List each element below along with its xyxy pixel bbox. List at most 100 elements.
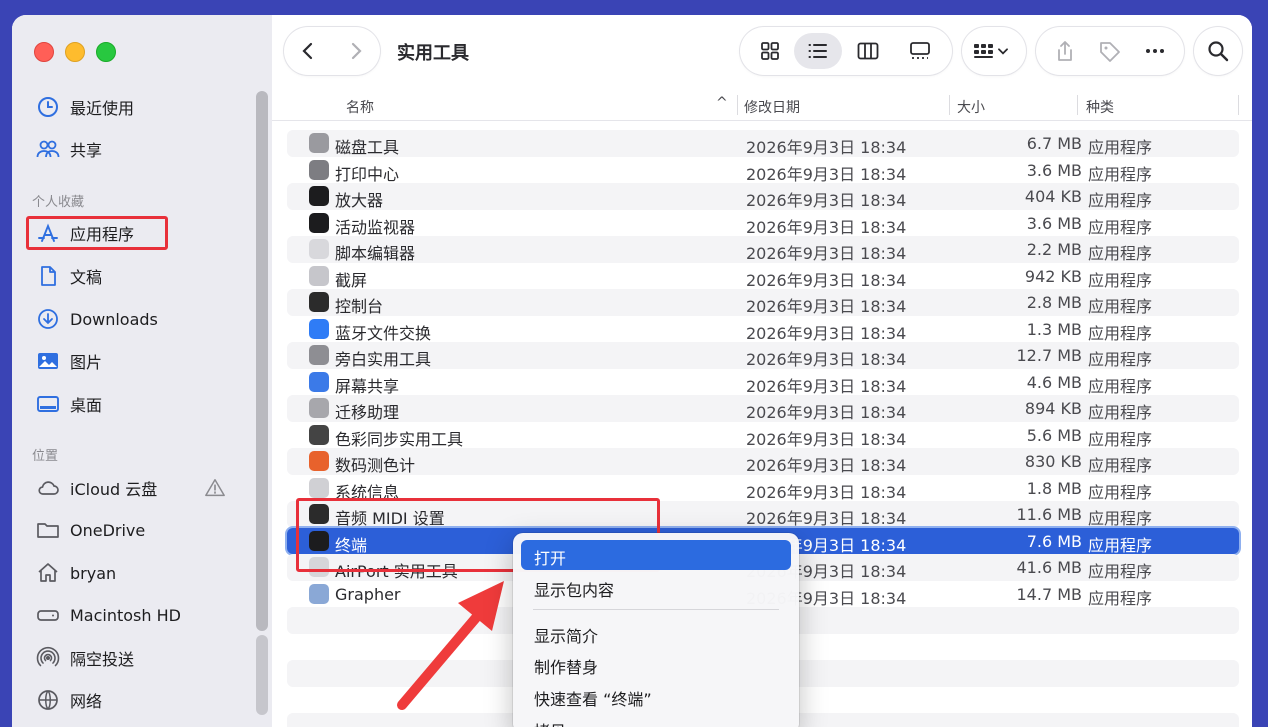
menu-item-make-alias[interactable]: 制作替身 xyxy=(521,649,791,679)
warning-icon[interactable] xyxy=(204,477,226,503)
file-row[interactable]: 放大器 2026年9月3日 18:34 404 KB 应用程序 xyxy=(287,183,1239,210)
sidebar-item-desktop[interactable]: 桌面 xyxy=(34,388,102,420)
file-size: 41.6 MB xyxy=(1016,558,1083,577)
file-name: 活动监视器 xyxy=(335,217,416,237)
sidebar-item-documents[interactable]: 文稿 xyxy=(34,260,102,292)
sidebar-item-shared[interactable]: 共享 xyxy=(34,133,102,165)
sidebar-item-macintosh-hd[interactable]: Macintosh HD xyxy=(34,599,181,631)
tag-button[interactable] xyxy=(1087,33,1132,69)
document-icon xyxy=(34,262,62,290)
file-row[interactable]: 脚本编辑器 2026年9月3日 18:34 2.2 MB 应用程序 xyxy=(287,236,1239,263)
column-divider[interactable] xyxy=(1077,95,1078,115)
file-row[interactable]: 数码测色计 2026年9月3日 18:34 830 KB 应用程序 xyxy=(287,448,1239,475)
sidebar-item-label: Downloads xyxy=(70,309,158,329)
file-kind: 应用程序 xyxy=(1088,323,1153,343)
menu-item-copy[interactable]: 拷贝 xyxy=(521,713,791,727)
column-date[interactable]: 修改日期 xyxy=(744,97,800,117)
file-size: 2.2 MB xyxy=(1026,240,1082,259)
menu-item-open[interactable]: 打开 xyxy=(521,540,791,570)
disk-icon xyxy=(34,601,62,629)
close-button[interactable] xyxy=(34,42,54,62)
zoom-button[interactable] xyxy=(96,42,116,62)
file-row[interactable]: 色彩同步实用工具 2026年9月3日 18:34 5.6 MB 应用程序 xyxy=(287,422,1239,449)
minimize-button[interactable] xyxy=(65,42,85,62)
sidebar-item-home[interactable]: bryan xyxy=(34,557,116,589)
app-icon xyxy=(309,424,329,445)
sidebar-item-pictures[interactable]: 图片 xyxy=(34,345,102,377)
file-kind: 应用程序 xyxy=(1088,456,1153,475)
view-gallery-button[interactable] xyxy=(894,33,946,69)
sidebar-item-label: Macintosh HD xyxy=(70,605,181,625)
sidebar-scrollbar-lower[interactable] xyxy=(256,635,268,715)
search-button[interactable] xyxy=(1194,27,1242,75)
app-icon xyxy=(309,451,329,471)
column-divider[interactable] xyxy=(737,95,738,115)
back-button[interactable] xyxy=(284,33,332,69)
sort-ascending-icon[interactable]: ^ xyxy=(716,95,728,111)
file-kind: 应用程序 xyxy=(1088,535,1153,555)
sidebar-item-label: 桌面 xyxy=(70,396,103,415)
app-icon xyxy=(309,133,329,153)
sidebar-item-label: 隔空投送 xyxy=(70,650,135,669)
share-button[interactable] xyxy=(1042,33,1087,69)
sidebar-item-downloads[interactable]: Downloads xyxy=(34,303,158,335)
file-size: 3.6 MB xyxy=(1026,160,1082,180)
sidebar-item-label: 网络 xyxy=(70,692,103,711)
file-date: 2026年9月3日 18:34 xyxy=(746,191,907,210)
file-size: 2.8 MB xyxy=(1026,293,1082,312)
file-date: 2026年9月3日 18:34 xyxy=(746,138,907,157)
file-row[interactable]: 蓝牙文件交换 2026年9月3日 18:34 1.3 MB 应用程序 xyxy=(287,316,1239,343)
sidebar-item-onedrive[interactable]: OneDrive xyxy=(34,514,145,546)
file-row[interactable]: 旁白实用工具 2026年9月3日 18:34 12.7 MB 应用程序 xyxy=(287,342,1239,369)
forward-button[interactable] xyxy=(332,33,380,69)
file-row[interactable]: 打印中心 2026年9月3日 18:34 3.6 MB 应用程序 xyxy=(287,157,1239,184)
file-date: 2026年9月3日 18:34 xyxy=(746,164,907,184)
sidebar-item-airdrop[interactable]: 隔空投送 xyxy=(34,642,134,674)
sidebar-item-network[interactable]: 网络 xyxy=(34,684,102,716)
file-row[interactable]: 磁盘工具 2026年9月3日 18:34 6.7 MB 应用程序 xyxy=(287,130,1239,157)
file-name: 蓝牙文件交换 xyxy=(335,323,432,343)
view-list-button[interactable] xyxy=(794,33,842,69)
sidebar-item-recents[interactable]: 最近使用 xyxy=(34,91,134,123)
file-row[interactable]: 控制台 2026年9月3日 18:34 2.8 MB 应用程序 xyxy=(287,289,1239,316)
search-icon xyxy=(1208,41,1229,62)
column-name[interactable]: 名称 xyxy=(346,97,374,117)
sidebar-item-label: 图片 xyxy=(70,353,103,372)
file-date: 2026年9月3日 18:34 xyxy=(746,297,907,316)
cloud-icon xyxy=(34,474,62,502)
file-name: Grapher xyxy=(335,584,401,604)
column-divider[interactable] xyxy=(949,95,950,115)
desktop-icon xyxy=(34,390,62,418)
file-size: 894 KB xyxy=(1024,399,1082,418)
file-date: 2026年9月3日 18:34 xyxy=(746,350,907,369)
app-icon xyxy=(309,292,329,312)
group-button[interactable] xyxy=(962,27,1026,75)
folder-icon xyxy=(34,516,62,544)
home-icon xyxy=(34,559,62,587)
file-row[interactable]: 截屏 2026年9月3日 18:34 942 KB 应用程序 xyxy=(287,263,1239,290)
file-size: 3.6 MB xyxy=(1026,213,1082,233)
view-icons-button[interactable] xyxy=(746,33,794,69)
menu-item-get-info[interactable]: 显示简介 xyxy=(521,618,791,648)
context-menu: 打开 显示包内容 显示简介 制作替身 快速查看 “终端” 拷贝 xyxy=(513,533,799,727)
file-row[interactable]: 活动监视器 2026年9月3日 18:34 3.6 MB 应用程序 xyxy=(287,210,1239,237)
column-size[interactable]: 大小 xyxy=(957,97,985,117)
menu-item-show-package-contents[interactable]: 显示包内容 xyxy=(521,572,791,602)
sidebar-item-icloud[interactable]: iCloud 云盘 xyxy=(34,472,157,504)
file-size: 7.6 MB xyxy=(1026,531,1082,551)
favorites-header: 个人收藏 xyxy=(32,195,85,210)
file-size: 4.6 MB xyxy=(1026,372,1082,392)
app-icon xyxy=(309,159,329,180)
column-divider[interactable] xyxy=(1238,95,1239,115)
more-button[interactable] xyxy=(1133,33,1178,69)
view-columns-button[interactable] xyxy=(842,33,894,69)
file-date: 2026年9月3日 18:34 xyxy=(746,217,907,237)
file-row[interactable]: 迁移助理 2026年9月3日 18:34 894 KB 应用程序 xyxy=(287,395,1239,422)
file-row[interactable]: 屏幕共享 2026年9月3日 18:34 4.6 MB 应用程序 xyxy=(287,369,1239,396)
more-icon xyxy=(1146,49,1165,53)
sidebar-scrollbar[interactable] xyxy=(256,91,268,631)
file-date: 2026年9月3日 18:34 xyxy=(746,456,907,475)
column-kind[interactable]: 种类 xyxy=(1086,97,1114,117)
sidebar-item-label: iCloud 云盘 xyxy=(70,480,158,499)
menu-item-quick-look[interactable]: 快速查看 “终端” xyxy=(521,681,791,711)
